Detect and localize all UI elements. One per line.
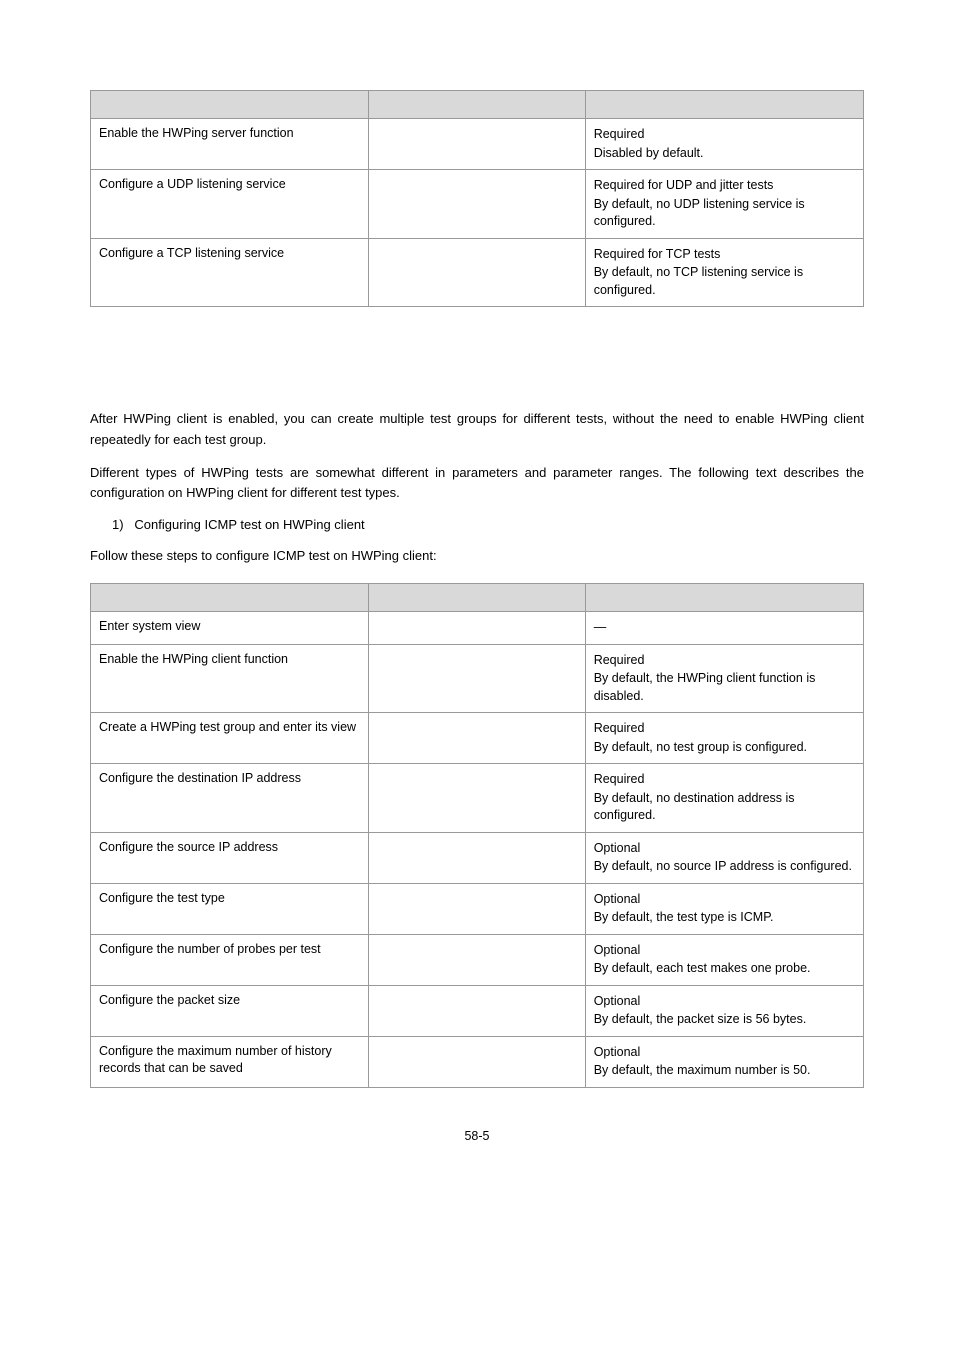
hwping-server-table: Enable the HWPing server function Requir…: [90, 90, 864, 307]
table1-cell-desc: Required Disabled by default.: [585, 119, 863, 170]
table-row: Configure the destination IP address Req…: [91, 764, 864, 833]
table2-cell-desc: Required By default, no test group is co…: [585, 713, 863, 764]
table1-cell-desc: Required for TCP tests By default, no TC…: [585, 238, 863, 307]
table2-cell-cmd: [369, 832, 585, 883]
table1-cell-cmd: [369, 238, 585, 307]
table-row: Enable the HWPing server function Requir…: [91, 119, 864, 170]
table-row: Configure a UDP listening service Requir…: [91, 170, 864, 239]
table-row: Create a HWPing test group and enter its…: [91, 713, 864, 764]
table2-cell-label: Configure the maximum number of history …: [91, 1036, 369, 1087]
table1-cell-cmd: [369, 170, 585, 239]
table2-cell-desc: Optional By default, the packet size is …: [585, 985, 863, 1036]
table2-cell-label: Configure the number of probes per test: [91, 934, 369, 985]
table2-header-3: [585, 584, 863, 612]
table1-header-3: [585, 91, 863, 119]
page-number: 58-5: [90, 1128, 864, 1146]
table-row: Enter system view —: [91, 612, 864, 645]
table1-cell-label: Enable the HWPing server function: [91, 119, 369, 170]
table2-cell-cmd: [369, 764, 585, 833]
table2-cell-cmd: [369, 985, 585, 1036]
table2-header-1: [91, 584, 369, 612]
table2-cell-desc: Required By default, no destination addr…: [585, 764, 863, 833]
table1-header-1: [91, 91, 369, 119]
list-text: Configuring ICMP test on HWPing client: [134, 517, 364, 532]
table2-cell-label: Enable the HWPing client function: [91, 644, 369, 713]
table-row: Configure the source IP address Optional…: [91, 832, 864, 883]
table2-cell-desc: —: [585, 612, 863, 645]
list-num: 1): [112, 517, 124, 532]
table2-cell-cmd: [369, 1036, 585, 1087]
paragraph-3: Follow these steps to configure ICMP tes…: [90, 546, 864, 567]
table2-cell-cmd: [369, 612, 585, 645]
table2-header-2: [369, 584, 585, 612]
table1-cell-label: Configure a TCP listening service: [91, 238, 369, 307]
hwping-client-icmp-table: Enter system view — Enable the HWPing cl…: [90, 583, 864, 1088]
table-row: Configure a TCP listening service Requir…: [91, 238, 864, 307]
table2-cell-label: Create a HWPing test group and enter its…: [91, 713, 369, 764]
table2-cell-label: Configure the packet size: [91, 985, 369, 1036]
table-row: Configure the packet size Optional By de…: [91, 985, 864, 1036]
table2-cell-cmd: [369, 883, 585, 934]
table2-cell-label: Configure the source IP address: [91, 832, 369, 883]
table2-cell-desc: Required By default, the HWPing client f…: [585, 644, 863, 713]
table2-cell-label: Enter system view: [91, 612, 369, 645]
table1-cell-desc: Required for UDP and jitter tests By def…: [585, 170, 863, 239]
table-row: Configure the maximum number of history …: [91, 1036, 864, 1087]
table2-cell-desc: Optional By default, the maximum number …: [585, 1036, 863, 1087]
table2-cell-cmd: [369, 713, 585, 764]
table-row: Enable the HWPing client function Requir…: [91, 644, 864, 713]
table1-cell-label: Configure a UDP listening service: [91, 170, 369, 239]
table2-cell-desc: Optional By default, the test type is IC…: [585, 883, 863, 934]
table2-cell-cmd: [369, 644, 585, 713]
table2-cell-label: Configure the test type: [91, 883, 369, 934]
table2-cell-label: Configure the destination IP address: [91, 764, 369, 833]
table1-cell-cmd: [369, 119, 585, 170]
paragraph-1: After HWPing client is enabled, you can …: [90, 409, 864, 451]
table2-cell-desc: Optional By default, each test makes one…: [585, 934, 863, 985]
table2-cell-cmd: [369, 934, 585, 985]
list-item-1: 1) Configuring ICMP test on HWPing clien…: [90, 516, 864, 534]
table-row: Configure the test type Optional By defa…: [91, 883, 864, 934]
paragraph-2: Different types of HWPing tests are some…: [90, 463, 864, 505]
table2-cell-desc: Optional By default, no source IP addres…: [585, 832, 863, 883]
table1-header-2: [369, 91, 585, 119]
table-row: Configure the number of probes per test …: [91, 934, 864, 985]
